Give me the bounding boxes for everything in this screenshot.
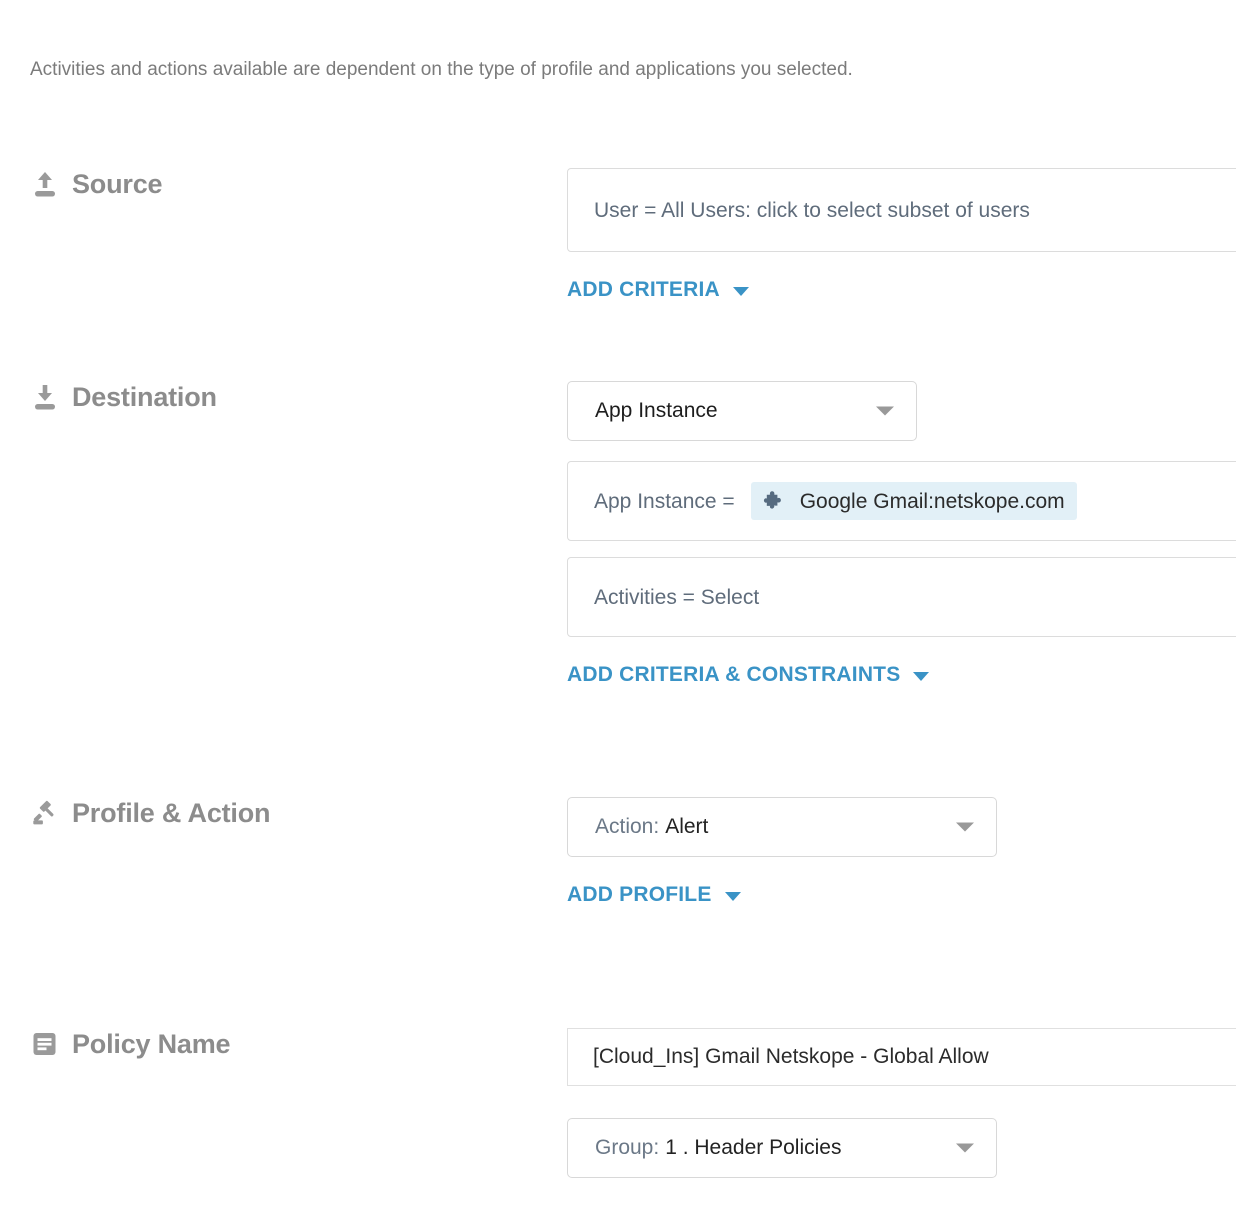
destination-criteria-prefix: App Instance = (594, 489, 735, 513)
destination-type-select[interactable]: App Instance (567, 381, 917, 441)
intro-note: Activities and actions available are dep… (30, 59, 853, 80)
policy-group-prefix: Group: (595, 1136, 660, 1159)
app-instance-chip-label: Google Gmail:netskope.com (799, 489, 1065, 513)
upload-icon (30, 169, 60, 199)
policy-name-title: Policy Name (72, 1029, 231, 1059)
destination-label-group: Destination (30, 381, 217, 413)
policy-editor-page: Activities and actions available are dep… (0, 0, 1236, 1212)
policy-name-controls: [Cloud_Ins] Gmail Netskope - Global Allo… (567, 1028, 1236, 1178)
add-profile-label: ADD PROFILE (567, 883, 712, 906)
source-controls: User = All Users: click to select subset… (567, 168, 1236, 302)
action-select[interactable]: Action: Alert (567, 797, 997, 857)
destination-criteria-field[interactable]: App Instance = Google Gmail:netskope.com (567, 461, 1236, 541)
profile-action-title: Profile & Action (72, 798, 271, 828)
profile-action-controls: Action: Alert ADD PROFILE (567, 797, 1236, 907)
chevron-down-icon (724, 891, 741, 901)
download-icon (30, 382, 60, 412)
policy-name-value: [Cloud_Ins] Gmail Netskope - Global Allo… (593, 1045, 989, 1068)
chevron-down-icon (956, 1143, 974, 1153)
destination-activities-field[interactable]: Activities = Select (567, 557, 1236, 637)
profile-action-label-group: Profile & Action (30, 797, 271, 829)
app-instance-chip[interactable]: Google Gmail:netskope.com (750, 482, 1077, 520)
destination-activities-text: Activities = Select (594, 585, 760, 609)
source-title: Source (72, 169, 163, 199)
puzzle-piece-icon (762, 489, 786, 513)
source-criteria-text: User = All Users: click to select subset… (594, 198, 1030, 222)
chevron-down-icon (956, 822, 974, 832)
destination-title: Destination (72, 382, 217, 412)
add-criteria-constraints-button[interactable]: ADD CRITERIA & CONSTRAINTS (567, 663, 930, 687)
policy-name-input[interactable]: [Cloud_Ins] Gmail Netskope - Global Allo… (567, 1028, 1236, 1086)
add-criteria-constraints-label: ADD CRITERIA & CONSTRAINTS (567, 663, 901, 686)
chevron-down-icon (913, 671, 930, 681)
chevron-down-icon (732, 286, 749, 296)
add-profile-button[interactable]: ADD PROFILE (567, 883, 741, 907)
action-prefix: Action: (595, 815, 660, 838)
document-lines-icon (30, 1029, 60, 1059)
gavel-icon (30, 798, 60, 828)
source-label-group: Source (30, 168, 163, 200)
add-criteria-button[interactable]: ADD CRITERIA (567, 278, 749, 302)
policy-group-value: 1 . Header Policies (665, 1136, 842, 1159)
policy-group-select[interactable]: Group: 1 . Header Policies (567, 1118, 997, 1178)
add-criteria-label: ADD CRITERIA (567, 278, 720, 301)
chevron-down-icon (876, 406, 894, 416)
action-value: Alert (665, 815, 709, 838)
destination-controls: App Instance App Instance = Google Gmail… (567, 381, 1236, 687)
destination-type-value: App Instance (595, 399, 718, 422)
source-criteria-field[interactable]: User = All Users: click to select subset… (567, 168, 1236, 252)
policy-name-label-group: Policy Name (30, 1028, 231, 1060)
